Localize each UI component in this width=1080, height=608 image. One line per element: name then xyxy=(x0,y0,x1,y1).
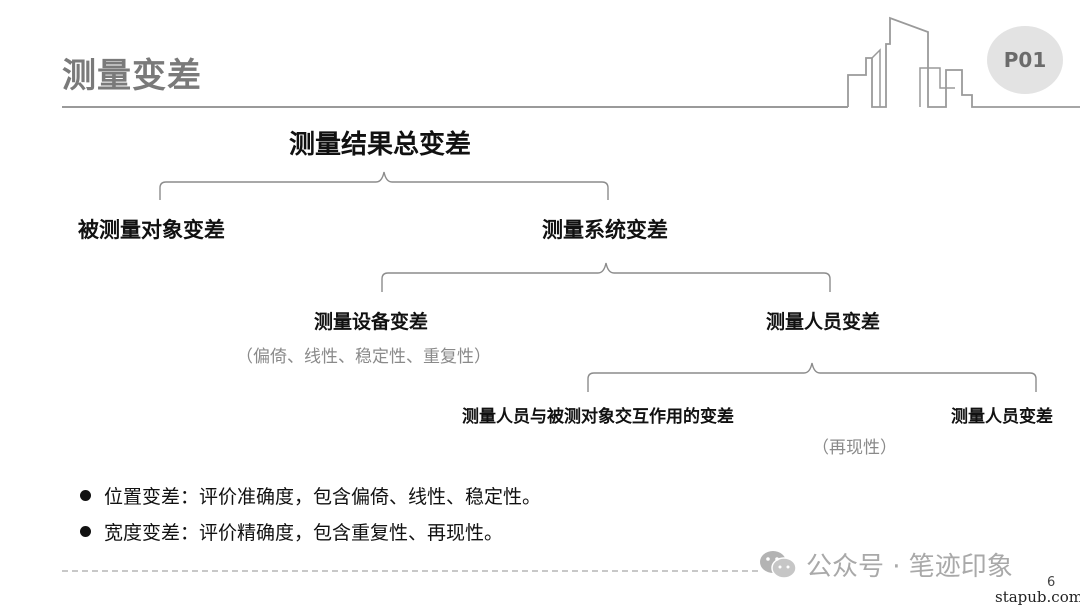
bullet-width-variation: 宽度变差：评价精确度，包含重复性、再现性。 xyxy=(80,518,503,545)
node-system-variation: 测量系统变差 xyxy=(542,218,668,242)
node-object-variation: 被测量对象变差 xyxy=(78,218,225,242)
bracket-system xyxy=(381,262,831,292)
bracket-root xyxy=(159,171,609,200)
bullet-dot-icon xyxy=(80,526,91,537)
bracket-personnel xyxy=(587,362,1037,392)
node-equipment-variation: 测量设备变差 xyxy=(314,311,429,333)
node-personnel-variation: 测量人员变差 xyxy=(766,311,881,333)
page-badge: P01 xyxy=(987,26,1063,94)
bullet-location-variation: 位置变差：评价准确度，包含偏倚、线性、稳定性。 xyxy=(80,482,541,509)
node-total-variation: 测量结果总变差 xyxy=(289,130,472,160)
skyline-building xyxy=(919,67,955,107)
watermark-text: 公众号 · 笔迹印象 xyxy=(806,552,1013,582)
skyline-window xyxy=(871,48,881,107)
node-interaction-variation: 测量人员与被测对象交互作用的变差 xyxy=(462,407,734,427)
slide-title: 测量变差 xyxy=(62,56,202,96)
bullet-text: 位置变差：评价准确度，包含偏倚、线性、稳定性。 xyxy=(104,486,542,508)
site-watermark: stapub.com xyxy=(995,588,1080,606)
wechat-icon xyxy=(758,549,798,581)
node-personnel-variation-2: 测量人员变差 xyxy=(951,407,1053,427)
page-badge-label: P01 xyxy=(1003,48,1047,72)
watermark: 公众号 · 笔迹印象 xyxy=(758,546,1013,583)
bullet-text: 宽度变差：评价精确度，包含重复性、再现性。 xyxy=(104,522,504,544)
equipment-note: （偏倚、线性、稳定性、重复性） xyxy=(236,347,491,367)
reproducibility-note: （再现性） xyxy=(812,438,897,458)
bullet-dot-icon xyxy=(80,490,91,501)
